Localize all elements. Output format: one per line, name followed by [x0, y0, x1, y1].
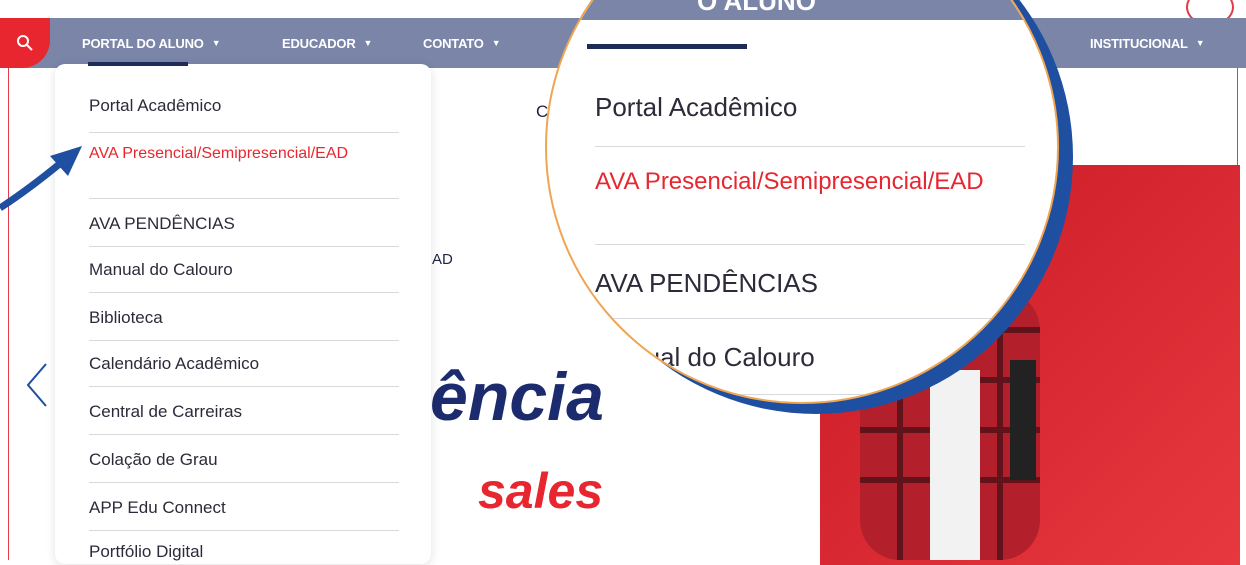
nav-label-portal: PORTAL DO ALUNO: [82, 35, 204, 51]
chevron-left-icon: [26, 363, 47, 407]
menu-item-ava-pendencias[interactable]: AVA PENDÊNCIAS: [89, 214, 399, 247]
menu-item-calendario[interactable]: Calendário Acadêmico: [89, 354, 399, 387]
nav-label-contato: CONTATO: [423, 35, 484, 51]
menu-item-biblioteca[interactable]: Biblioteca: [89, 308, 399, 341]
magnifier-item-portal: Portal Acadêmico: [595, 92, 1025, 147]
nav-label-educador: EDUCADOR: [282, 35, 356, 51]
slider-prev-button[interactable]: [24, 360, 50, 415]
nav-institucional[interactable]: INSTITUCIONAL ▼: [1090, 18, 1205, 68]
menu-item-colacao-grau[interactable]: Colação de Grau: [89, 450, 399, 483]
nav-portal-do-aluno[interactable]: PORTAL DO ALUNO ▼: [82, 18, 221, 68]
nav-label-institucional: INSTITUCIONAL: [1090, 35, 1188, 51]
magnifier-zoom: O ALUNO Portal Acadêmico AVA Presencial/…: [545, 0, 1059, 404]
search-icon: [17, 35, 33, 51]
nav-educador[interactable]: EDUCADOR ▼: [282, 18, 372, 68]
pointer-arrow-icon: [0, 146, 82, 211]
magnifier-nav-underline: [587, 44, 747, 49]
portal-dropdown-menu: Portal Acadêmico AVA Presencial/Semipres…: [55, 64, 431, 564]
caret-down-icon: ▼: [491, 38, 501, 48]
menu-item-central-carreiras[interactable]: Central de Carreiras: [89, 402, 399, 435]
menu-item-portal-academico[interactable]: Portal Acadêmico: [89, 96, 399, 133]
magnifier-item-pendencias: AVA PENDÊNCIAS: [595, 268, 1025, 319]
search-button[interactable]: [0, 18, 50, 68]
menu-item-portfolio-digital[interactable]: Portfólio Digital: [89, 542, 399, 564]
magnifier-navbar: O ALUNO: [547, 0, 1057, 20]
hero-script-text-1: ência: [430, 359, 604, 435]
menu-item-ava[interactable]: AVA Presencial/Semipresencial/EAD: [89, 146, 399, 199]
menu-item-manual-calouro[interactable]: Manual do Calouro: [89, 260, 399, 293]
caret-down-icon: ▼: [211, 38, 221, 48]
active-nav-underline: [88, 62, 188, 66]
magnifier-item-manual: Manual do Calouro: [595, 342, 1025, 395]
magnifier-nav-label: O ALUNO: [697, 0, 816, 16]
hero-script-text-2: sales: [478, 463, 604, 519]
left-frame-line: [8, 18, 9, 560]
nav-contato[interactable]: CONTATO ▼: [423, 18, 501, 68]
partial-text-ad: AD: [432, 251, 453, 268]
caret-down-icon: ▼: [363, 38, 373, 48]
caret-down-icon: ▼: [1195, 38, 1205, 48]
menu-item-app-edu-connect[interactable]: APP Edu Connect: [89, 498, 399, 531]
magnifier-item-ava: AVA Presencial/Semipresencial/EAD: [595, 168, 1025, 245]
